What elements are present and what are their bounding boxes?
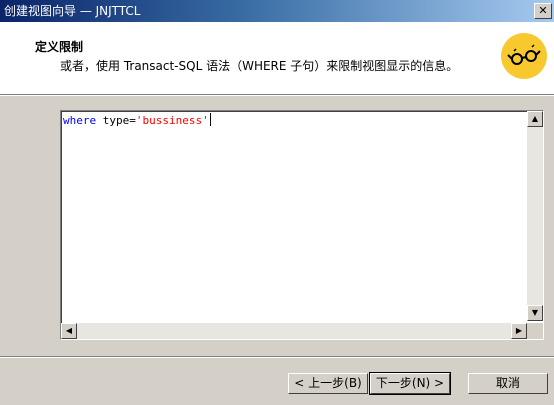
arrow-left-icon: ◀ — [65, 326, 73, 335]
code-keyword: where — [63, 114, 97, 127]
scroll-down-button[interactable]: ▼ — [527, 305, 543, 321]
back-button[interactable]: < 上一步(B) — [288, 373, 368, 394]
close-button[interactable]: ✕ — [534, 3, 552, 19]
step-title: 定义限制 — [35, 40, 84, 54]
code-condition: type= — [96, 114, 136, 127]
cancel-button[interactable]: 取消 — [468, 373, 548, 394]
arrow-right-icon: ▶ — [515, 326, 523, 335]
scrollbar-corner — [527, 323, 543, 339]
scroll-right-button[interactable]: ▶ — [511, 323, 527, 339]
vertical-scrollbar[interactable]: ▲ ▼ — [527, 111, 543, 321]
close-icon: ✕ — [538, 4, 548, 17]
window-title: 创建视图向导 — JNJTTCL — [4, 4, 141, 18]
scroll-left-button[interactable]: ◀ — [61, 323, 77, 339]
wizard-window: 创建视图向导 — JNJTTCL ✕ 定义限制 或者，使用 Transact-S… — [0, 0, 554, 405]
scroll-up-button[interactable]: ▲ — [527, 111, 543, 127]
arrow-down-icon: ▼ — [531, 308, 539, 317]
arrow-up-icon: ▲ — [531, 114, 539, 123]
wizard-glasses-icon — [501, 33, 547, 79]
footer-divider-highlight — [0, 357, 554, 358]
step-description: 或者，使用 Transact-SQL 语法（WHERE 子句）来限制视图显示的信… — [60, 59, 459, 73]
where-clause-editor[interactable]: where type='bussiness' ▲ ▼ ◀ ▶ — [60, 110, 544, 340]
where-clause-text[interactable]: where type='bussiness' — [63, 113, 211, 128]
next-button[interactable]: 下一步(N) > — [369, 372, 451, 395]
wizard-header: 定义限制 或者，使用 Transact-SQL 语法（WHERE 子句）来限制视… — [0, 22, 554, 95]
code-string: 'bussiness' — [135, 114, 209, 127]
title-bar[interactable]: 创建视图向导 — JNJTTCL ✕ — [0, 0, 554, 22]
header-divider — [0, 95, 554, 96]
text-caret — [209, 113, 211, 126]
horizontal-scrollbar[interactable]: ◀ ▶ — [61, 323, 527, 339]
